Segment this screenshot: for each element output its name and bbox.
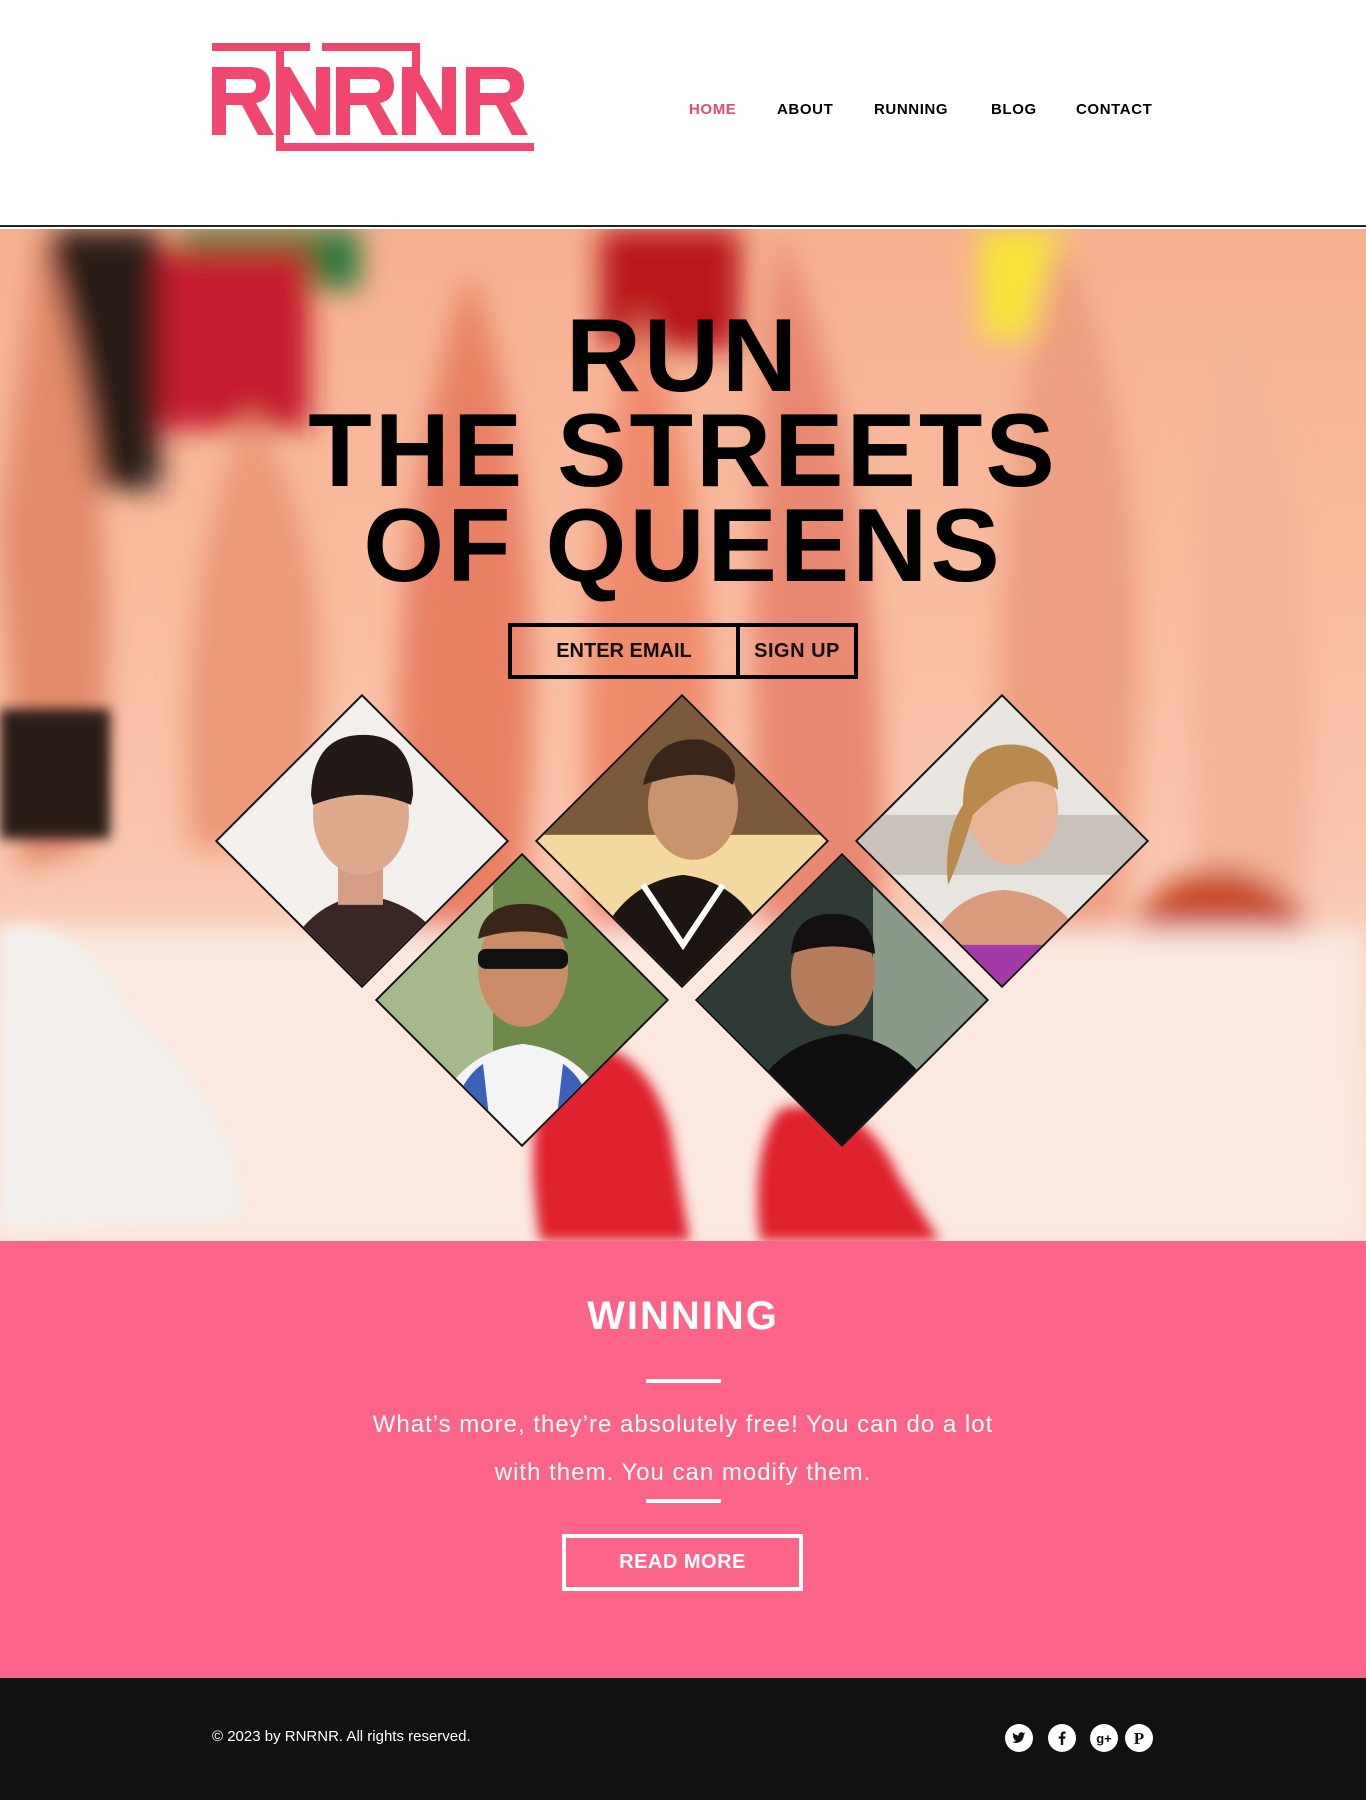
hero-title-line-2: THE STREETS bbox=[308, 393, 1058, 509]
site-header: HOME ABOUT RUNNING BLOG CONTACT bbox=[0, 0, 1366, 227]
nav-contact[interactable]: CONTACT bbox=[1076, 101, 1152, 118]
read-more-button[interactable]: READ MORE bbox=[562, 1534, 803, 1591]
main-nav: HOME ABOUT RUNNING BLOG CONTACT bbox=[0, 101, 1366, 123]
signup-button[interactable]: SIGN UP bbox=[740, 627, 854, 675]
svg-text:g+: g+ bbox=[1096, 1731, 1112, 1746]
site-footer: © 2023 by RNRNR. All rights reserved. g+… bbox=[0, 1678, 1366, 1800]
winning-description: What’s more, they’re absolutely free! Yo… bbox=[372, 1411, 994, 1486]
nav-home[interactable]: HOME bbox=[689, 101, 736, 118]
facebook-icon[interactable] bbox=[1048, 1724, 1076, 1752]
rnrnr-logo[interactable] bbox=[212, 43, 534, 151]
copyright-text: © 2023 by RNRNR. All rights reserved. bbox=[212, 1728, 471, 1745]
winning-section: WINNING What’s more, they’re absolutely … bbox=[0, 1241, 1366, 1678]
nav-about[interactable]: ABOUT bbox=[777, 101, 833, 118]
nav-running[interactable]: RUNNING bbox=[874, 101, 948, 118]
hero-title-line-1: RUN bbox=[565, 298, 801, 414]
google-plus-icon[interactable]: g+ bbox=[1090, 1724, 1118, 1752]
signup-form: SIGN UP bbox=[508, 623, 858, 679]
winning-title: WINNING bbox=[587, 1294, 779, 1338]
nav-blog[interactable]: BLOG bbox=[991, 101, 1037, 118]
pinterest-icon[interactable]: P bbox=[1125, 1724, 1153, 1752]
hero-section: RUN THE STREETS OF QUEENS SIGN UP bbox=[0, 229, 1366, 1241]
svg-text:P: P bbox=[1134, 1729, 1144, 1748]
email-input[interactable] bbox=[512, 627, 740, 675]
winning-divider-bottom bbox=[646, 1499, 721, 1503]
twitter-icon[interactable] bbox=[1005, 1724, 1033, 1752]
hero-title: RUN THE STREETS OF QUEENS bbox=[0, 298, 1366, 604]
winning-divider-top bbox=[646, 1379, 721, 1383]
hero-title-line-3: OF QUEENS bbox=[363, 488, 1003, 604]
